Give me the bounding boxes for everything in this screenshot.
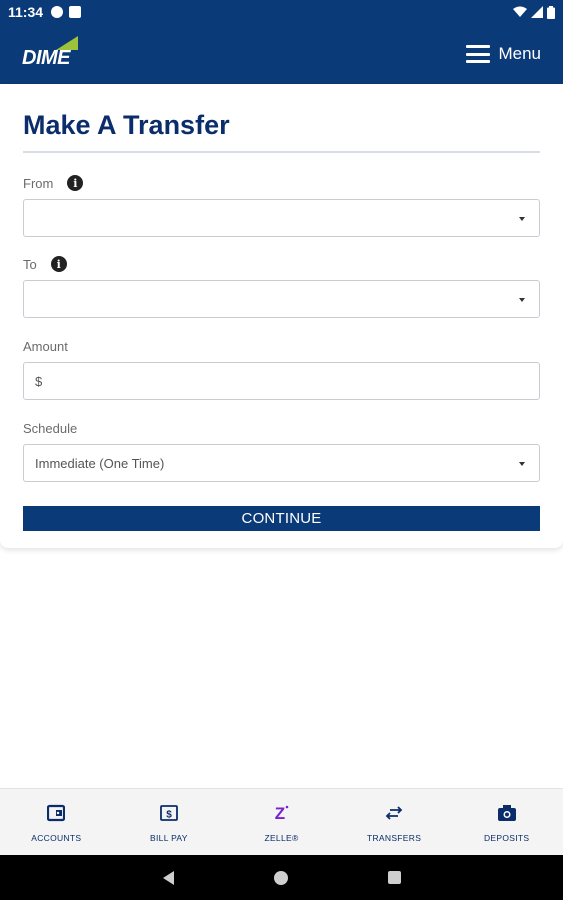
to-info-icon[interactable]: i	[50, 256, 67, 272]
svg-text:Z: Z	[275, 804, 285, 823]
notification-app-icon	[51, 6, 64, 18]
from-label-row: From i	[23, 175, 540, 191]
transfer-arrows-icon	[384, 803, 404, 823]
from-label: From	[23, 175, 54, 191]
to-label: To	[23, 256, 37, 272]
clipboard-icon	[69, 6, 82, 18]
nav-item-bill-pay[interactable]: $ BILL PAY	[113, 789, 226, 855]
battery-icon	[547, 5, 555, 19]
bill-icon: $	[159, 803, 179, 823]
wallet-icon	[46, 803, 66, 823]
svg-text:$: $	[166, 810, 172, 821]
nav-label-transfers: TRANSFERS	[366, 833, 422, 843]
schedule-label: Schedule	[23, 421, 78, 436]
transfer-card: Make A Transfer From i To i Amount $ Sch…	[0, 84, 563, 548]
app-header: DIME Menu	[0, 24, 563, 84]
signal-icon	[531, 6, 543, 18]
zelle-icon: Z	[271, 803, 291, 823]
amount-input[interactable]: $	[23, 362, 540, 400]
nav-item-zelle[interactable]: Z ZELLE®	[225, 789, 338, 855]
logo-text: DIME	[22, 47, 71, 69]
amount-label: Amount	[23, 339, 68, 354]
nav-item-transfers[interactable]: TRANSFERS	[338, 789, 451, 855]
title-divider	[23, 151, 540, 153]
nav-label-bill-pay: BILL PAY	[150, 833, 188, 843]
chevron-down-icon	[519, 217, 525, 221]
nav-item-deposits[interactable]: DEPOSITS	[450, 789, 563, 855]
schedule-select[interactable]: Immediate (One Time)	[23, 444, 540, 482]
status-system-icons	[513, 5, 555, 19]
wifi-icon	[513, 6, 527, 17]
dime-logo[interactable]: DIME	[22, 36, 82, 72]
nav-item-accounts[interactable]: ACCOUNTS	[0, 789, 113, 855]
back-icon[interactable]	[162, 870, 174, 885]
system-nav-bar	[0, 855, 563, 900]
schedule-value: Immediate (One Time)	[35, 455, 165, 471]
status-time: 11:34	[8, 4, 44, 20]
nav-label-accounts: ACCOUNTS	[31, 833, 82, 843]
bottom-nav: ACCOUNTS $ BILL PAY Z ZELLE® TRANSFERS D…	[0, 788, 563, 855]
continue-button[interactable]: CONTINUE	[23, 506, 540, 531]
schedule-label-row: Schedule	[23, 421, 540, 436]
amount-value: $	[35, 373, 43, 389]
status-notification-icons	[51, 6, 82, 18]
hamburger-icon	[466, 45, 491, 63]
nav-label-zelle: ZELLE®	[264, 833, 299, 843]
to-label-row: To i	[23, 256, 540, 272]
page-title: Make A Transfer	[23, 110, 230, 140]
nav-label-deposits: DEPOSITS	[483, 833, 530, 843]
chevron-down-icon	[519, 462, 525, 466]
to-account-select[interactable]	[23, 280, 540, 318]
status-bar: 11:34	[0, 0, 563, 24]
amount-label-row: Amount	[23, 339, 540, 354]
recent-apps-icon[interactable]	[387, 871, 401, 884]
menu-label: Menu	[498, 44, 541, 63]
from-info-icon[interactable]: i	[67, 175, 84, 191]
home-icon[interactable]	[273, 870, 288, 885]
chevron-down-icon	[519, 298, 525, 302]
from-account-select[interactable]	[23, 199, 540, 237]
camera-icon	[497, 803, 517, 823]
menu-button[interactable]: Menu	[466, 44, 541, 64]
